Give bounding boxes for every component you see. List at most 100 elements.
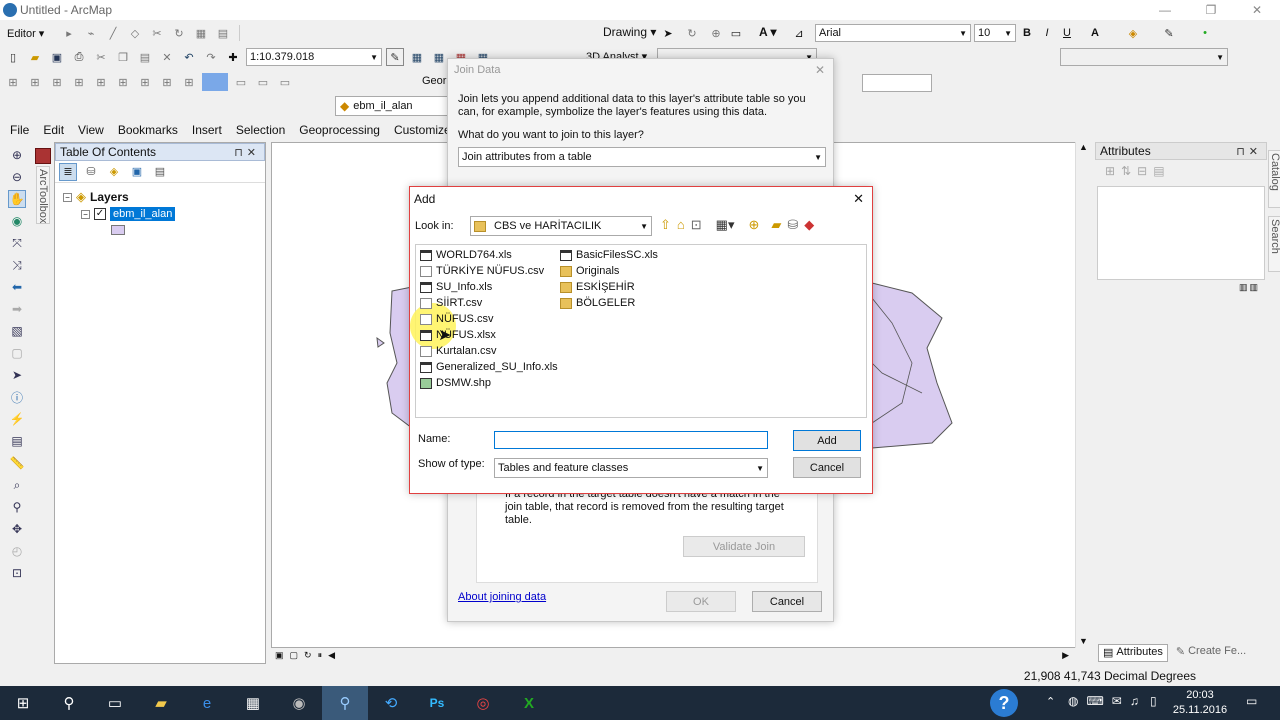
show-of-type-combo[interactable]: Tables and feature classes ▼ [494, 458, 768, 478]
effects-slider-icon[interactable] [202, 73, 228, 91]
add-cancel-button[interactable]: Cancel [793, 457, 861, 478]
edit-tool-icon[interactable]: ▸ [60, 24, 78, 42]
zoom-whole-page-icon[interactable]: ⊕ [707, 24, 725, 42]
menu-edit[interactable]: Edit [36, 123, 71, 137]
attributes-tree[interactable] [1097, 186, 1265, 280]
join-ok-button[interactable]: OK [666, 591, 736, 612]
select-elements-icon[interactable]: ➤ [659, 24, 677, 42]
database-icon[interactable]: ⛁ [787, 217, 798, 233]
html-popup-icon[interactable]: ▤ [8, 432, 26, 450]
refresh-icon[interactable]: ↻ [304, 650, 312, 661]
up-one-level-icon[interactable]: ⇧ [660, 217, 671, 233]
layer-combo-right[interactable]: ▼ [1060, 48, 1228, 66]
parcel-icon[interactable]: ⊞ [158, 73, 176, 91]
store-icon[interactable]: ▦ [230, 686, 276, 720]
cogo-icon[interactable]: ⊞ [180, 73, 198, 91]
redo-icon[interactable]: ↷ [202, 48, 220, 66]
list-by-selection-icon[interactable]: ▣ [128, 163, 146, 181]
layers-node[interactable]: − ◈ Layers [63, 189, 129, 205]
photoshop-icon[interactable]: Ps [414, 686, 460, 720]
catalog-tab[interactable]: Catalog [1268, 150, 1280, 208]
menu-file[interactable]: File [0, 123, 36, 137]
file-item[interactable]: TÜRKİYE NÜFUS.csv [420, 263, 558, 279]
arctoolbox-tab-icon[interactable] [35, 148, 51, 164]
text-tool[interactable]: A ▾ [759, 25, 777, 39]
menu-geoprocessing[interactable]: Geoprocessing [292, 123, 387, 137]
sketch-props-icon[interactable]: ▤ [214, 24, 232, 42]
search-tab[interactable]: Search [1268, 216, 1280, 272]
scroll-right-icon[interactable]: ▶ [1062, 650, 1069, 661]
fixed-zoom-in-icon[interactable]: ⤧ [8, 234, 26, 252]
edit-vertices-icon[interactable]: ⌁ [82, 24, 100, 42]
line-color-icon[interactable]: ✎ [1160, 24, 1178, 42]
attr-sort-icon[interactable]: ⇅ [1121, 164, 1131, 178]
edge-icon[interactable]: e [184, 686, 230, 720]
language-icon[interactable]: ▯ [1150, 694, 1157, 708]
toolbox-icon[interactable]: ◆ [804, 217, 814, 233]
attributes-tool-icon[interactable]: ▦ [192, 24, 210, 42]
graphs-icon[interactable]: ▭ [276, 73, 294, 91]
collapse-layer-icon[interactable]: − [81, 209, 90, 219]
rectangle-icon[interactable]: ▭ [727, 24, 745, 42]
versioning-icon[interactable]: ⊞ [136, 73, 154, 91]
marker-color-icon[interactable]: • [1196, 24, 1214, 42]
menu-view[interactable]: View [71, 123, 111, 137]
arctoolbox-tab[interactable]: ArcToolbox [36, 166, 50, 224]
open-icon[interactable]: ▰ [26, 48, 44, 66]
layer-visibility-checkbox[interactable]: ✓ [94, 208, 106, 220]
print-icon[interactable]: ⎙ [70, 48, 88, 66]
close-window-button[interactable]: ✕ [1234, 0, 1280, 20]
trace-icon[interactable]: ◇ [126, 24, 144, 42]
straight-segment-icon[interactable]: ╱ [104, 24, 122, 42]
font-size-combo[interactable]: 10 ▼ [974, 24, 1016, 42]
join-type-combo[interactable]: Join attributes from a table ▼ [458, 147, 826, 167]
look-in-combo[interactable]: CBS ve HARİTACILIK ▼ [470, 216, 652, 236]
scroll-up-icon[interactable]: ▲ [1076, 142, 1091, 152]
zoom-in-icon[interactable]: ⊕ [8, 146, 26, 164]
add-close-icon[interactable]: ✕ [853, 191, 864, 207]
tray-icons[interactable]: ◍⌨✉♫ [1068, 694, 1147, 708]
join-close-icon[interactable]: ✕ [815, 63, 825, 77]
menu-insert[interactable]: Insert [185, 123, 229, 137]
catalog-window-icon[interactable]: ▦ [430, 48, 448, 66]
connect-folder-icon[interactable]: ⊡ [691, 217, 702, 233]
schematic-icon[interactable]: ⊞ [70, 73, 88, 91]
excel-icon[interactable]: X [506, 686, 552, 720]
pan-icon[interactable]: ✋ [8, 190, 26, 208]
fill-color-icon[interactable]: ◈ [1124, 24, 1142, 42]
file-explorer-icon[interactable]: ▰ [138, 686, 184, 720]
name-input[interactable] [494, 431, 768, 449]
tray-chevron-icon[interactable]: ⌃ [1046, 695, 1055, 708]
scroll-down-icon[interactable]: ▼ [1076, 636, 1091, 646]
underline-button[interactable]: U [1058, 24, 1076, 42]
file-list[interactable]: WORLD764.xls TÜRKİYE NÜFUS.csv SU_Info.xls… [410, 244, 867, 418]
task-view-icon[interactable]: ▭ [92, 686, 138, 720]
identify-icon[interactable]: ⓘ [8, 388, 26, 406]
view-options-icon[interactable]: ▦▾ [716, 217, 735, 233]
search-icon[interactable]: ⚲ [46, 686, 92, 720]
chrome-icon[interactable]: ◎ [460, 686, 506, 720]
measure-icon[interactable]: 📏 [8, 454, 26, 472]
attr-filter-icon[interactable]: ⊟ [1137, 164, 1147, 178]
list-by-source-icon[interactable]: ⛁ [82, 163, 100, 181]
map-scale-combo[interactable]: 1:10.379.018 ▼ [246, 48, 382, 66]
validate-join-button[interactable]: Validate Join [683, 536, 805, 557]
select-features-icon[interactable]: ▧ [8, 322, 26, 340]
find-icon[interactable]: ⌕ [8, 476, 26, 494]
clock[interactable]: 20:03 25.11.2016 [1172, 688, 1228, 718]
forward-extent-icon[interactable]: ➡ [8, 300, 26, 318]
find-route-icon[interactable]: ⚲ [8, 498, 26, 516]
font-color-icon[interactable]: A [1086, 24, 1104, 42]
layer-name[interactable]: ebm_il_alan [110, 207, 176, 221]
viewer-window-icon[interactable]: ⊡ [8, 564, 26, 582]
rotate-element-icon[interactable]: ↻ [683, 24, 701, 42]
undo-icon[interactable]: ↶ [180, 48, 198, 66]
home-icon[interactable]: ⌂ [677, 217, 685, 233]
attr-expand-icon[interactable]: ⊞ [1105, 164, 1115, 178]
data-view-button-icon[interactable]: ▢ [290, 650, 299, 661]
about-joining-link[interactable]: About joining data [458, 591, 546, 603]
cut-icon[interactable]: ✂ [92, 48, 110, 66]
rotate-icon[interactable]: ↻ [170, 24, 188, 42]
layout-view-icon[interactable]: ▣ [275, 650, 284, 661]
file-item[interactable]: WORLD764.xls [420, 247, 558, 263]
